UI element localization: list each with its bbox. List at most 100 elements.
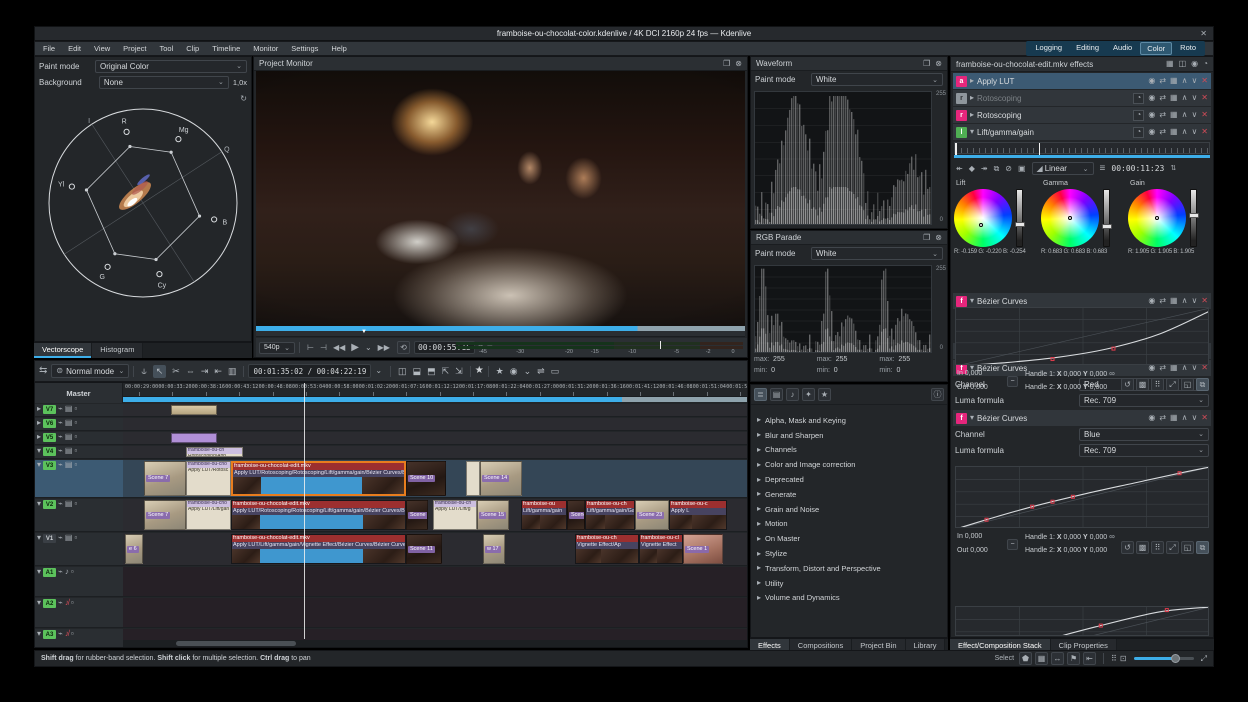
vectorscope-paint-mode-dropdown[interactable]: Original Color⌄: [95, 60, 247, 73]
ripple-tool-icon[interactable]: ⇤: [214, 366, 222, 377]
chevron-down-icon[interactable]: ▾: [970, 414, 974, 422]
video-effects-icon[interactable]: ▤: [770, 388, 783, 401]
track-lane-v1[interactable]: e 6framboise-ou-chocolat-edit.mkvApply L…: [123, 533, 747, 566]
chevron-down-icon[interactable]: ▾: [37, 630, 41, 638]
reset-icon[interactable]: ↺: [1121, 541, 1134, 554]
kf-copy-icon[interactable]: ⧉: [994, 165, 1000, 173]
trash-icon[interactable]: ✕: [1201, 111, 1208, 119]
stopwatch-icon[interactable]: ◔: [1133, 93, 1144, 104]
lock-icon[interactable]: ▫: [74, 405, 77, 413]
timeline-clip[interactable]: e 6: [125, 534, 143, 564]
track-id-badge[interactable]: V5: [43, 433, 56, 442]
info-icon[interactable]: ⓘ: [931, 388, 944, 401]
show-thumbnails-icon[interactable]: ▭: [551, 366, 560, 377]
eye-icon[interactable]: ◉: [1148, 297, 1155, 305]
timeline-ruler[interactable]: 00:00:29:0000:00:33:2000:00:38:1600:00:4…: [123, 383, 747, 397]
track-id-badge[interactable]: V4: [43, 447, 56, 456]
overwrite-zone-icon[interactable]: ⬒: [427, 366, 436, 377]
chevron-right-icon[interactable]: ▸: [37, 405, 41, 413]
timeline-clip[interactable]: Scene 11: [406, 534, 442, 564]
effect-category-alpha-mask-and-keying[interactable]: ▸Alpha, Mask and Keying: [751, 413, 947, 428]
muted-icon[interactable]: ♪̸: [65, 599, 69, 607]
tag-tool-icon[interactable]: ⬟: [1019, 652, 1032, 665]
effect-category-volume-and-dynamics[interactable]: ▸Volume and Dynamics: [751, 591, 947, 606]
trash-icon[interactable]: ✕: [1201, 94, 1208, 102]
show-video-icon[interactable]: ▤: [65, 461, 73, 469]
timeline-zone-bar[interactable]: [123, 397, 747, 402]
chevron-right-icon[interactable]: ▸: [970, 111, 974, 119]
selection-tool-icon[interactable]: ↖: [153, 365, 167, 378]
effect-category-on-master[interactable]: ▸On Master: [751, 531, 947, 546]
reset-icon[interactable]: ↺: [1121, 378, 1134, 391]
edge-snap-icon[interactable]: ⇤: [1083, 652, 1096, 665]
compare-icon[interactable]: ⇄: [1159, 94, 1166, 102]
timeline-clip[interactable]: Scene 1: [683, 534, 723, 564]
effect-row-apply-lut[interactable]: a ▸ Apply LUT ◉⇄▦∧∨✕: [953, 73, 1211, 89]
window-close-icon[interactable]: ✕: [1200, 30, 1207, 38]
track-lane-v7[interactable]: [123, 404, 747, 417]
timeline-clip[interactable]: framboise-ou-cApply L: [669, 500, 727, 530]
track-lane-v3[interactable]: Scene 7framboise-ou-choApply LUT/Rotoscf…: [123, 460, 747, 498]
pip-icon[interactable]: ◱: [1181, 541, 1194, 554]
expand-icon[interactable]: ⤢: [1166, 541, 1179, 554]
slip-tool-icon[interactable]: ⇥: [201, 366, 209, 377]
menu-help[interactable]: Help: [331, 44, 346, 53]
menu-clip[interactable]: Clip: [186, 44, 199, 53]
effect-category-channels[interactable]: ▸Channels: [751, 443, 947, 458]
kf-prev-icon[interactable]: ↞: [956, 165, 963, 173]
chevron-down-icon[interactable]: ▾: [37, 534, 41, 542]
up-icon[interactable]: ∧: [1182, 414, 1188, 422]
monitor-resolution-dropdown[interactable]: 540p⌄: [259, 342, 295, 354]
save-icon[interactable]: ▦: [1170, 94, 1178, 102]
show-video-icon[interactable]: ▤: [65, 405, 73, 413]
lock-icon[interactable]: ▫: [74, 433, 77, 441]
menu-settings[interactable]: Settings: [291, 44, 318, 53]
track-lane-v5[interactable]: [123, 432, 747, 445]
gain-color-wheel[interactable]: [1128, 189, 1186, 247]
timeline-hscrollbar[interactable]: [123, 640, 747, 647]
speaker-icon[interactable]: ♪: [65, 568, 69, 576]
switch-target-icon[interactable]: ⇌: [537, 366, 545, 377]
effects-enabled-icon[interactable]: ⌁: [58, 534, 63, 542]
keyframe-playhead[interactable]: [1039, 143, 1041, 155]
lock-icon[interactable]: ▫: [74, 461, 77, 469]
compare-icon[interactable]: ⇄: [1159, 414, 1166, 422]
flip-icon[interactable]: ⧉: [1196, 541, 1209, 554]
flag-icon[interactable]: ⚑: [1067, 652, 1080, 665]
track-tools-icon[interactable]: ⫝: [141, 366, 146, 377]
save-icon[interactable]: ▦: [1170, 77, 1178, 85]
up-icon[interactable]: ∧: [1182, 111, 1188, 119]
save-icon[interactable]: ▦: [1170, 111, 1178, 119]
show-video-icon[interactable]: ▤: [65, 500, 73, 508]
track-header-v3[interactable]: ▾V3⌁▤▫: [35, 460, 123, 498]
channel-dropdown[interactable]: Blue⌄: [1079, 428, 1209, 441]
show-video-icon[interactable]: ▤: [65, 447, 73, 455]
trash-icon[interactable]: ✕: [1201, 414, 1208, 422]
gamma-color-wheel[interactable]: [1041, 189, 1099, 247]
gamma-slider[interactable]: [1103, 189, 1110, 247]
compare-icon[interactable]: ⇄: [1159, 77, 1166, 85]
float-panel-icon[interactable]: ❐: [923, 234, 930, 242]
save-icon[interactable]: ▦: [1170, 128, 1178, 136]
timeline-playhead[interactable]: [304, 383, 305, 639]
down-icon[interactable]: ∨: [1191, 111, 1197, 119]
down-icon[interactable]: ∨: [1191, 414, 1197, 422]
effect-row-rotoscoping[interactable]: r ▸ Rotoscoping ◔◉⇄▦∧∨✕: [953, 107, 1211, 123]
compare-icon[interactable]: ⇄: [1159, 128, 1166, 136]
waveform-paint-mode-dropdown[interactable]: White⌄: [811, 73, 943, 86]
track-header-a1[interactable]: ▾A1⌁♪▫: [35, 567, 123, 597]
effect-category-motion[interactable]: ▸Motion: [751, 517, 947, 532]
track-header-a2[interactable]: ▾A2⌁♪̸▫: [35, 598, 123, 628]
timeline-clip[interactable]: [171, 433, 217, 443]
keyframe-timecode[interactable]: 00:00:11:23: [1111, 164, 1164, 173]
chevron-down-icon[interactable]: ⌄: [375, 367, 382, 375]
scrollbar-thumb[interactable]: [176, 641, 296, 646]
show-effects-icon[interactable]: ◉: [1191, 60, 1198, 68]
timeline-clip[interactable]: [171, 405, 217, 415]
chevron-right-icon[interactable]: ▸: [970, 77, 974, 85]
remove-point-icon[interactable]: −: [1007, 376, 1018, 387]
down-icon[interactable]: ∨: [1191, 77, 1197, 85]
workspace-tab-roto[interactable]: Roto: [1174, 42, 1202, 55]
kf-paste-icon[interactable]: ⊘: [1005, 165, 1012, 173]
spacer-tool-icon[interactable]: ⇔: [186, 366, 195, 376]
